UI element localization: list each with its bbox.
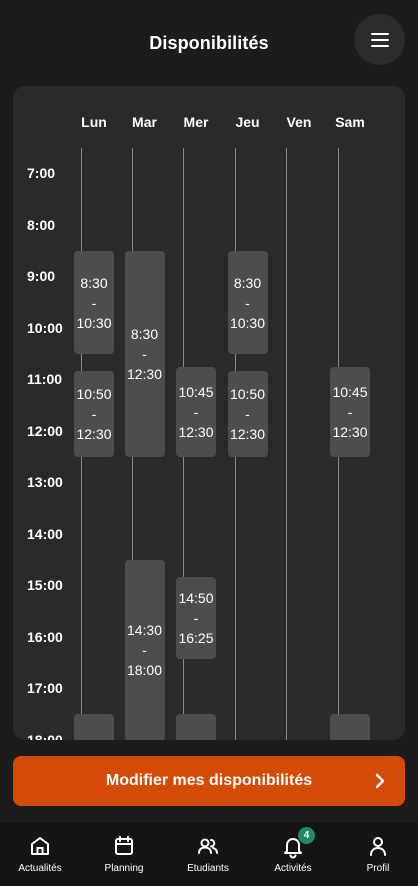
nav-label: Activités xyxy=(274,863,312,874)
hour-label: 15:00 xyxy=(27,577,63,593)
column-divider xyxy=(286,148,287,740)
nav-etudiants[interactable]: Etudiants xyxy=(168,823,248,886)
availability-slot[interactable]: 8:30 - 10:30 xyxy=(227,251,268,355)
availability-slot[interactable] xyxy=(330,714,370,740)
slot-dash: - xyxy=(193,610,199,627)
slot-start: 10:50 xyxy=(229,386,266,403)
availability-slot[interactable] xyxy=(176,714,216,740)
slot-dash: - xyxy=(142,346,147,363)
slot-end: 12:30 xyxy=(229,426,266,443)
hour-label: 8:00 xyxy=(27,216,56,233)
slot-dash: - xyxy=(91,406,97,423)
day-header: Jeu xyxy=(235,114,260,130)
hour-label: 13:00 xyxy=(27,474,63,490)
slot-start: 10:50 xyxy=(76,386,112,403)
availability-slot[interactable]: 8:30 - 10:30 xyxy=(74,251,114,355)
nav-label: Etudiants xyxy=(187,863,229,874)
user-icon xyxy=(370,837,386,856)
hour-label: 16:00 xyxy=(27,628,63,645)
availability-slot[interactable]: 10:50 - 12:30 xyxy=(227,371,268,458)
hour-label: 9:00 xyxy=(27,268,56,284)
slot-dash: - xyxy=(91,294,97,311)
slot-start: 10:45 xyxy=(178,384,214,401)
hour-label: 12:00 xyxy=(27,422,63,439)
nav-label: Planning xyxy=(104,863,144,874)
hamburger-icon xyxy=(370,32,389,47)
hour-label: 11:00 xyxy=(27,371,63,387)
slot-end: 12:30 xyxy=(178,424,214,441)
slot-start: 8:30 xyxy=(233,274,262,291)
day-header: Lun xyxy=(81,114,107,130)
hour-label: 7:00 xyxy=(27,165,56,181)
slot-dash: - xyxy=(142,642,147,659)
nav-actualites[interactable]: Actualités xyxy=(0,823,80,886)
nav-label: Actualités xyxy=(18,863,62,874)
availability-slot[interactable]: 10:45 - 12:30 xyxy=(176,367,216,458)
day-header: Sam xyxy=(335,114,365,130)
slot-end: 16:25 xyxy=(178,630,214,647)
hour-label: 17:00 xyxy=(27,680,63,696)
bottom-nav: Actualités Planning Etudiants 4 Activité… xyxy=(0,823,418,886)
availability-slot[interactable] xyxy=(74,714,114,740)
slot-end: 10:30 xyxy=(229,314,266,331)
slot-end: 12:30 xyxy=(332,424,368,441)
availability-slot[interactable]: 10:45 - 12:30 xyxy=(330,367,370,458)
hour-label: 14:00 xyxy=(27,525,63,542)
slot-end: 18:00 xyxy=(126,662,163,679)
slot-start: 10:45 xyxy=(332,384,368,401)
slot-end: 12:30 xyxy=(126,366,163,383)
availability-calendar: Lun Mar Mer Jeu Ven Sam 7:00 8:00 9:00 10:00 11:0… xyxy=(13,86,405,740)
slot-end: 12:30 xyxy=(76,426,112,443)
availability-slot[interactable]: 10:50 - 12:30 xyxy=(74,371,114,458)
hour-label: 10:00 xyxy=(27,319,63,336)
header: Disponibilités xyxy=(0,0,418,86)
chevron-right-icon xyxy=(375,773,385,789)
calendar-icon xyxy=(115,836,133,855)
availability-slot[interactable]: 8:30 - 12:30 xyxy=(124,251,165,458)
day-header: Ven xyxy=(286,114,312,130)
edit-availability-button[interactable]: Modifier mes disponibilités xyxy=(13,756,405,806)
availability-slot[interactable]: 14:50 - 16:25 xyxy=(176,577,216,659)
slot-dash: - xyxy=(245,294,250,311)
slot-start: 14:50 xyxy=(178,590,214,607)
nav-label: Profil xyxy=(366,863,390,874)
slot-start: 8:30 xyxy=(80,274,108,291)
users-icon xyxy=(198,838,218,854)
slot-end: 10:30 xyxy=(76,314,112,331)
notification-badge: 4 xyxy=(298,827,315,844)
availability-slot[interactable]: 14:30 - 18:00 xyxy=(124,560,165,740)
slot-start: 8:30 xyxy=(130,326,159,343)
day-header: Mar xyxy=(132,114,157,130)
edit-availability-label: Modifier mes disponibilités xyxy=(105,772,313,789)
slot-dash: - xyxy=(193,404,199,421)
home-icon xyxy=(31,837,49,855)
slot-dash: - xyxy=(245,406,250,423)
slot-dash: - xyxy=(347,404,353,421)
nav-profil[interactable]: Profil xyxy=(338,823,418,886)
menu-button[interactable] xyxy=(354,14,405,65)
nav-planning[interactable]: Planning xyxy=(84,823,164,886)
slot-start: 14:30 xyxy=(126,622,163,639)
nav-activites[interactable]: 4 Activités xyxy=(253,823,333,886)
day-header: Mer xyxy=(183,114,209,130)
hour-label: 18:00 xyxy=(27,731,63,741)
